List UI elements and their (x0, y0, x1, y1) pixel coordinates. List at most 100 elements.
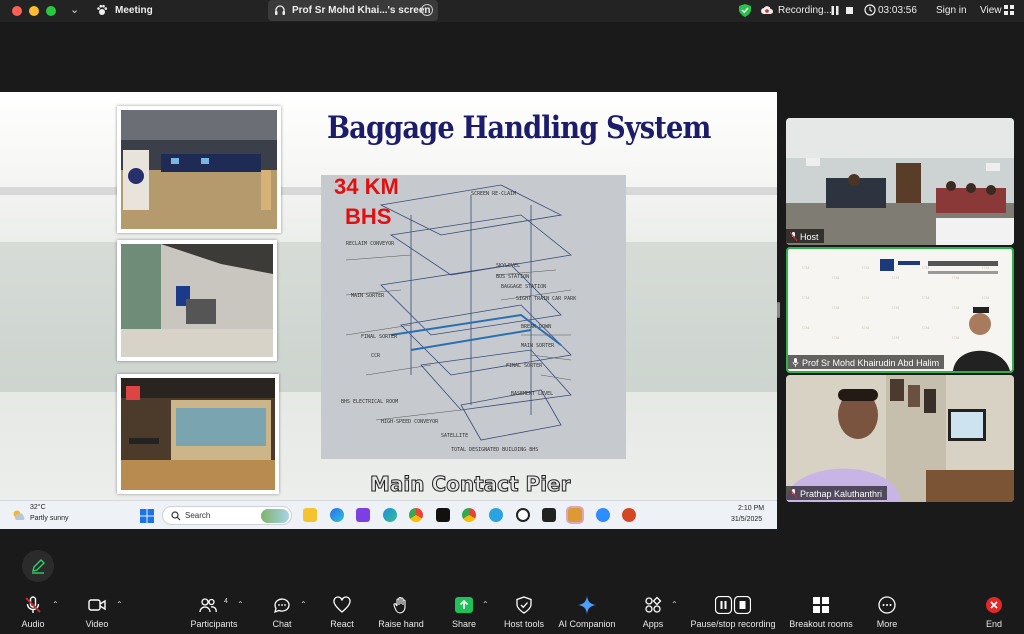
zoom-app-icon[interactable] (596, 508, 610, 522)
video-options-caret[interactable]: ⌃ (116, 600, 123, 609)
share-screen-icon (455, 597, 473, 613)
apps-options-caret[interactable]: ⌃ (671, 600, 678, 609)
annotate-button[interactable] (22, 550, 54, 582)
chevron-down-icon[interactable]: ⌄ (70, 3, 79, 16)
bhs-length-label: 34 KM (334, 174, 399, 199)
window-titlebar: ⌄ Meeting Prof Sr Mohd Khai...'s screen … (0, 0, 1024, 22)
svg-text:UM: UM (832, 275, 839, 280)
muted-mic-icon (790, 489, 797, 498)
svg-text:UM: UM (802, 265, 809, 270)
participants-count: 4 (224, 598, 228, 605)
ai-companion-label: AI Companion (558, 619, 616, 629)
weather-temperature: 32°C (30, 504, 46, 511)
stop-recording-icon[interactable] (846, 7, 853, 14)
mic-icon (792, 358, 799, 367)
apps-button[interactable]: Apps (636, 590, 670, 634)
screen-share-pill[interactable]: Prof Sr Mohd Khai...'s screen ··· (268, 0, 438, 21)
powerpoint-icon[interactable] (622, 508, 636, 522)
participant-name-speaker: Prof Sr Mohd Khairudin Abd Halim (788, 355, 945, 369)
photo-gate-lounge (117, 374, 279, 494)
weather-icon[interactable] (12, 509, 26, 521)
grid-view-icon[interactable] (1004, 5, 1014, 15)
video-label: Video (85, 619, 109, 629)
shield-icon[interactable] (739, 4, 751, 17)
taskbar-search[interactable]: Search (162, 506, 292, 525)
recording-indicator: Recording... (757, 0, 858, 21)
search-placeholder: Search (185, 511, 211, 520)
more-button[interactable]: More (870, 590, 904, 634)
participant-tile-host[interactable]: Host (786, 118, 1014, 245)
react-label: React (330, 619, 354, 629)
paint-icon[interactable] (568, 508, 582, 522)
weather-condition: Partly sunny (30, 515, 69, 522)
ai-companion-button[interactable]: AI Companion (556, 590, 618, 634)
view-menu-button[interactable]: View (980, 5, 1002, 16)
muted-mic-icon (25, 596, 41, 613)
participant-tile-prathap[interactable]: Prathap Kaluthanthri (786, 375, 1014, 502)
raise-hand-label: Raise hand (378, 619, 424, 629)
apps-icon (645, 596, 662, 613)
end-meeting-button[interactable]: End (978, 590, 1010, 634)
raise-hand-button[interactable]: Raise hand (376, 590, 426, 634)
telegram-icon[interactable] (489, 508, 503, 522)
breakout-rooms-icon (813, 597, 829, 613)
svg-text:SIGHT TRAIN CAR PARK: SIGHT TRAIN CAR PARK (516, 296, 576, 302)
minimize-window-button[interactable] (29, 6, 39, 16)
chatgpt-icon[interactable] (516, 508, 530, 522)
svg-text:TOTAL DESIGNATED BUILDING BHS: TOTAL DESIGNATED BUILDING BHS (451, 447, 538, 453)
audio-options-caret[interactable]: ⌃ (52, 600, 59, 609)
sign-in-link[interactable]: Sign in (936, 5, 967, 16)
participants-button[interactable]: 4 Participants (186, 590, 242, 634)
breakout-rooms-label: Breakout rooms (789, 619, 853, 629)
chrome-browser-icon[interactable] (409, 508, 423, 522)
video-button[interactable]: Video (76, 590, 118, 634)
participant-name-prathap: Prathap Kaluthanthri (786, 486, 888, 500)
visual-studio-icon[interactable] (356, 508, 370, 522)
svg-text:UM: UM (862, 325, 869, 330)
participant-name-host: Host (786, 229, 824, 243)
search-highlight-image (261, 509, 289, 523)
windows-start-icon[interactable] (140, 509, 154, 523)
chat-label: Chat (272, 619, 292, 629)
presentation-slide: Baggage Handling System SCREEN RE-CLAIM … (0, 92, 777, 500)
participants-options-caret[interactable]: ⌃ (237, 600, 244, 609)
zoom-window-button[interactable] (46, 6, 56, 16)
copilot-icon[interactable] (330, 508, 344, 522)
pause-stop-recording-button[interactable]: Pause/stop recording (688, 590, 778, 634)
more-label: More (876, 619, 898, 629)
svg-text:BASEMENT LEVEL: BASEMENT LEVEL (511, 391, 553, 397)
close-window-button[interactable] (12, 6, 22, 16)
svg-text:SKYLEVEL: SKYLEVEL (496, 263, 520, 269)
chrome-profile-icon[interactable] (462, 508, 476, 522)
audio-button[interactable]: Audio (12, 590, 54, 634)
meeting-toolbar: Audio ⌃ Video ⌃ 4 Participants ⌃ Chat ⌃ … (0, 590, 1024, 634)
svg-text:BREAK DOWN: BREAK DOWN (521, 324, 551, 330)
shared-screen[interactable]: Baggage Handling System SCREEN RE-CLAIM … (0, 92, 777, 529)
share-options-caret[interactable]: ⌃ (482, 600, 489, 609)
edge-browser-icon[interactable] (383, 508, 397, 522)
react-button[interactable]: React (324, 590, 360, 634)
netflix-icon[interactable] (436, 508, 450, 522)
svg-text:RECLAIM CONVEYOR: RECLAIM CONVEYOR (346, 241, 395, 247)
pause-recording-icon[interactable] (831, 6, 839, 15)
more-options-icon[interactable]: ··· (421, 4, 433, 16)
breakout-rooms-button[interactable]: Breakout rooms (786, 590, 856, 634)
resize-handle[interactable] (777, 302, 780, 318)
file-explorer-icon[interactable] (303, 508, 317, 522)
paw-icon (97, 4, 108, 15)
chat-button[interactable]: Chat (264, 590, 300, 634)
svg-text:SATELLITE: SATELLITE (441, 433, 468, 439)
share-button[interactable]: Share (446, 590, 482, 634)
host-tools-button[interactable]: Host tools (500, 590, 548, 634)
bhs-label: BHS (345, 204, 392, 229)
svg-text:UM: UM (952, 305, 959, 310)
screen-share-label: Prof Sr Mohd Khai...'s screen (292, 5, 431, 16)
headphones-icon (275, 5, 285, 15)
close-icon (986, 597, 1002, 613)
svg-text:UM: UM (862, 265, 869, 270)
svg-text:HIGH-SPEED CONVEYOR: HIGH-SPEED CONVEYOR (381, 419, 439, 425)
svg-text:UM: UM (802, 295, 809, 300)
chat-options-caret[interactable]: ⌃ (300, 600, 307, 609)
r-app-icon[interactable] (542, 508, 556, 522)
participant-tile-speaker[interactable]: UM UM UM UM UM UM UM UM UM UM UM UM UM UM UM UM UM UM UM… (786, 247, 1014, 373)
